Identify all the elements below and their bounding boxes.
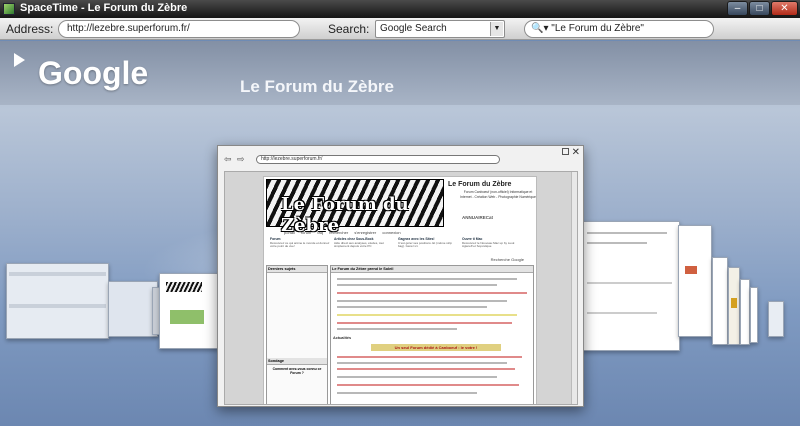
chevron-down-icon[interactable]: ▼ [490, 22, 503, 36]
preview-page: Le Forum du Zèbre Le Forum du Zèbre Foru… [224, 171, 578, 405]
site-title: Google [38, 55, 149, 91]
sidebar-title: Derniers sujets [267, 266, 327, 273]
menu-item[interactable]: faq [317, 230, 323, 235]
sondage-box: Sondage Comment avez-vous connu ce Forum… [267, 358, 327, 377]
preview-scrollbar[interactable] [571, 172, 577, 404]
thumb-line [587, 312, 657, 314]
text-line [337, 362, 507, 364]
page-thumbnail[interactable] [712, 257, 728, 345]
forum-description: Forum Canboeuf (non-officiel) Informatiq… [460, 190, 536, 199]
promo-text: Découvrez ce qui anime le monde et donne… [270, 240, 330, 249]
back-icon[interactable]: ⇦ [224, 154, 232, 165]
text-line [337, 300, 507, 302]
address-label: Address: [6, 22, 54, 36]
menu-item[interactable]: rechercher [329, 230, 348, 235]
thumb-image [170, 310, 204, 324]
minimize-button[interactable]: – [727, 1, 748, 16]
text-line [337, 278, 517, 280]
maximize-icon[interactable] [562, 148, 569, 155]
sidebar: Derniers sujets Sondage Comment avez-vou… [266, 265, 328, 404]
thumb-line [587, 232, 667, 234]
search-icon[interactable]: 🔍▾ [531, 23, 548, 34]
promo-column: Articles chez Sous-Bock Aide direct aux … [334, 237, 394, 260]
menu-item[interactable]: connexion [382, 230, 400, 235]
search-field[interactable]: 🔍▾ "Le Forum du Zèbre" [524, 20, 714, 38]
promo-text: Aide direct aux analyses, études, tout s… [334, 240, 384, 249]
forum-page: Le Forum du Zèbre Le Forum du Zèbre Foru… [263, 176, 537, 404]
menu-item[interactable]: forum [301, 230, 311, 235]
forward-icon[interactable]: ⇨ [237, 154, 245, 165]
text-line [337, 314, 517, 316]
page-thumbnail[interactable] [768, 301, 784, 337]
main-title: Le Forum du Zèbre prend le Soleil [331, 266, 533, 273]
spacetime-stage: Google Le Forum du Zèbre ✕ ⇦ ⇨ http://le… [0, 41, 800, 426]
promo-column: Gagnez avec les Sites! C'est gérer ses p… [398, 237, 458, 260]
maximize-button[interactable]: □ [749, 1, 770, 16]
page-thumbnail[interactable] [728, 267, 740, 345]
text-line [337, 392, 477, 394]
text-line [337, 292, 527, 294]
main-column: Le Forum du Zèbre prend le Soleil Actual… [330, 265, 534, 404]
page-thumbnail[interactable] [740, 279, 750, 345]
search-engine-value: Google Search [380, 23, 447, 34]
menu-item[interactable]: s'enregistrer [354, 230, 376, 235]
page-thumbnail[interactable] [159, 273, 219, 349]
sondage-question: Comment avez-vous connu ce Forum ? [272, 367, 322, 375]
promo-text: Découvrez le Nouveau Mac up by Luuk Agte… [462, 240, 515, 249]
toolbar: Address: http://lezebre.superforum.fr/ S… [0, 18, 800, 40]
search-engine-select[interactable]: Google Search ▼ [375, 20, 505, 38]
preview-address-field[interactable]: http://lezebre.superforum.fr/ [256, 155, 500, 164]
page-preview[interactable]: ✕ ⇦ ⇨ http://lezebre.superforum.fr/ Le F… [217, 145, 584, 407]
text-line [337, 306, 487, 308]
forum-title: Le Forum du Zèbre [448, 181, 512, 188]
news-title: Actualités [333, 336, 352, 340]
text-line [337, 384, 519, 386]
play-icon[interactable] [14, 53, 25, 67]
close-button[interactable]: ✕ [771, 1, 798, 16]
text-line [337, 376, 497, 378]
zebra-banner: Le Forum du Zèbre [266, 179, 444, 236]
search-label: Search: [328, 22, 370, 36]
text-line [337, 284, 497, 286]
page-thumbnail[interactable] [108, 281, 158, 337]
thumb-image [685, 266, 697, 274]
thumb-line [587, 282, 672, 284]
annuaire-badge: ANNUAIRECat [462, 215, 494, 220]
app-icon [3, 3, 15, 15]
address-field[interactable]: http://lezebre.superforum.fr/ [58, 20, 300, 38]
promo-text: C'est gérer ses positions. Et (même stri… [398, 240, 452, 249]
thumb-bar [9, 272, 106, 276]
promo-column: Forum Découvrez ce qui anime le monde et… [270, 237, 330, 260]
menu-item[interactable]: portail [284, 230, 295, 235]
title-bar: SpaceTime - Le Forum du Zèbre – □ ✕ [0, 0, 800, 18]
highlight-banner: Un seul Forum dédié à Canboeuf : le votr… [371, 344, 501, 351]
close-icon[interactable]: ✕ [572, 147, 580, 158]
page-thumbnail[interactable] [6, 263, 109, 339]
text-line [337, 328, 457, 330]
text-line [337, 322, 512, 324]
page-thumbnail[interactable] [750, 287, 758, 343]
text-line [337, 368, 515, 370]
thumb-line [587, 242, 647, 244]
page-thumbnail[interactable] [582, 221, 680, 351]
forum-menu: portail forum faq rechercher s'enregistr… [284, 230, 504, 235]
text-line [337, 356, 522, 358]
google-search-link[interactable]: Recherche Google [491, 257, 524, 262]
thumb-bar [9, 304, 106, 308]
window-title: SpaceTime - Le Forum du Zèbre [20, 2, 188, 14]
search-query: "Le Forum du Zèbre" [551, 23, 644, 34]
page-thumbnail[interactable] [678, 225, 712, 337]
page-subtitle: Le Forum du Zèbre [240, 77, 394, 96]
thumb-zebra [166, 282, 202, 292]
thumb-image [731, 298, 737, 308]
sondage-title: Sondage [267, 358, 327, 365]
